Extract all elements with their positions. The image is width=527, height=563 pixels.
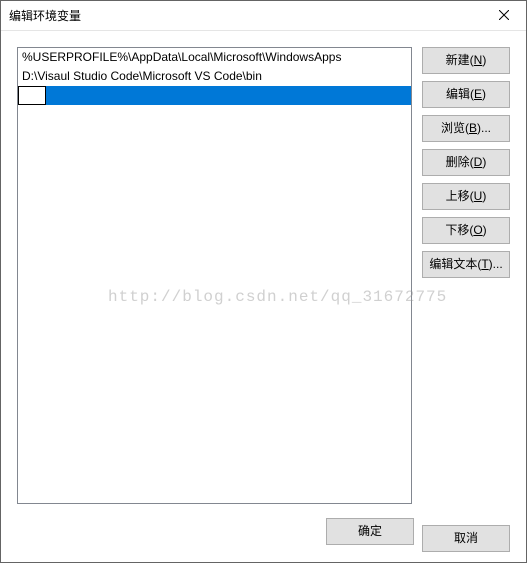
- window-title: 编辑环境变量: [9, 7, 481, 24]
- new-button[interactable]: 新建(N): [422, 47, 510, 74]
- dialog-footer: 确定 取消: [17, 504, 510, 552]
- move-down-button[interactable]: 下移(O): [422, 217, 510, 244]
- move-up-button[interactable]: 上移(U): [422, 183, 510, 210]
- edit-button[interactable]: 编辑(E): [422, 81, 510, 108]
- list-item[interactable]: D:\Visaul Studio Code\Microsoft VS Code\…: [18, 67, 411, 86]
- button-column: 新建(N) 编辑(E) 浏览(B)... 删除(D) 上移(U) 下移(O): [422, 47, 510, 504]
- list-item[interactable]: %USERPROFILE%\AppData\Local\Microsoft\Wi…: [18, 48, 411, 67]
- inline-edit-input[interactable]: [18, 86, 46, 105]
- dialog-window: 编辑环境变量 %USERPROFILE%\AppData\Local\Micro…: [0, 0, 527, 563]
- ok-button[interactable]: 确定: [326, 518, 414, 545]
- cancel-button[interactable]: 取消: [422, 525, 510, 552]
- list-item[interactable]: [18, 86, 411, 105]
- edit-text-button[interactable]: 编辑文本(T)...: [422, 251, 510, 278]
- titlebar: 编辑环境变量: [1, 1, 526, 31]
- main-area: %USERPROFILE%\AppData\Local\Microsoft\Wi…: [17, 47, 510, 504]
- delete-button[interactable]: 删除(D): [422, 149, 510, 176]
- close-icon: [499, 9, 509, 23]
- path-listbox[interactable]: %USERPROFILE%\AppData\Local\Microsoft\Wi…: [17, 47, 412, 504]
- dialog-content: %USERPROFILE%\AppData\Local\Microsoft\Wi…: [1, 31, 526, 562]
- close-button[interactable]: [481, 1, 526, 31]
- browse-button[interactable]: 浏览(B)...: [422, 115, 510, 142]
